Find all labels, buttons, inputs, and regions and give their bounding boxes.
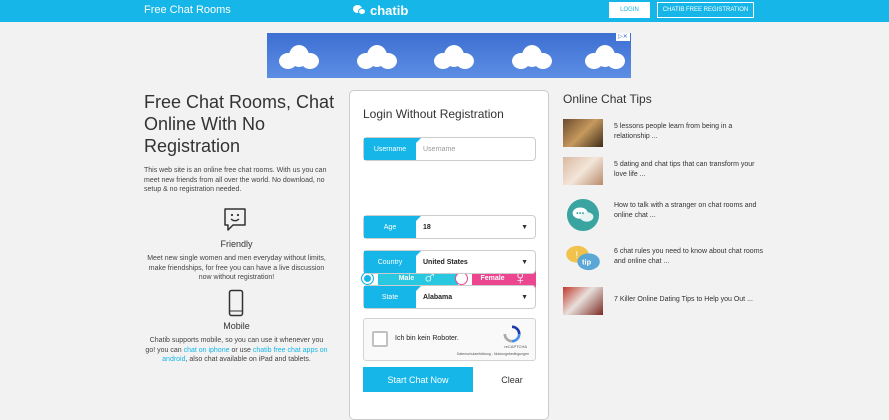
svg-text:tip: tip — [582, 258, 592, 267]
site-title-link[interactable]: Free Chat Rooms — [144, 4, 231, 16]
country-select[interactable]: Country United States ▼ — [363, 250, 536, 274]
tip-item[interactable]: 5 dating and chat tips that can transfor… — [563, 157, 773, 187]
tip-item[interactable]: 7 Killer Online Dating Tips to Help you … — [563, 287, 773, 317]
username-label: Username — [364, 138, 421, 160]
page-heading: Free Chat Rooms, Chat Online With No Reg… — [144, 92, 335, 156]
ad-choices-icon[interactable]: ▷✕ — [616, 33, 630, 41]
username-field[interactable]: Username Username — [363, 137, 536, 161]
tip-text[interactable]: How to talk with a stranger on chat room… — [614, 201, 769, 221]
tip-item[interactable]: 5 lessons people learn from being in a r… — [563, 119, 773, 149]
chevron-down-icon: ▼ — [521, 258, 528, 266]
couple-photo — [563, 119, 603, 147]
cloud-shape — [357, 43, 397, 71]
free-registration-button[interactable]: CHATIB FREE REGISTRATION — [657, 2, 754, 18]
chatib-logo[interactable]: chatib — [353, 3, 408, 18]
username-input[interactable]: Username — [423, 146, 455, 153]
chat-bubbles-icon — [353, 5, 367, 16]
chat-on-iphone-link[interactable]: chat on iphone — [184, 347, 230, 354]
tip-item[interactable]: How to talk with a stranger on chat room… — [563, 198, 773, 232]
age-select[interactable]: Age 18 ▼ — [363, 215, 536, 239]
login-button[interactable]: LOGIN — [609, 2, 650, 18]
recaptcha-brand: reCAPTCHA — [504, 344, 527, 349]
login-panel: Login Without Registration Username User… — [349, 90, 549, 420]
female-label: Female — [480, 274, 505, 282]
login-panel-title: Login Without Registration — [363, 107, 504, 121]
male-label: Male — [398, 274, 415, 282]
recaptcha-checkbox[interactable] — [372, 331, 388, 347]
tip-bubbles-icon: ! tip — [566, 245, 600, 271]
age-label: Age — [364, 216, 421, 238]
chevron-down-icon: ▼ — [521, 293, 528, 301]
smartphone-icon — [228, 289, 244, 317]
chevron-down-icon: ▼ — [521, 223, 528, 231]
tip-text[interactable]: 5 dating and chat tips that can transfor… — [614, 160, 769, 180]
cloud-shape — [434, 43, 474, 71]
start-chat-button[interactable]: Start Chat Now — [363, 367, 473, 392]
mobile-text-part: or use — [229, 346, 253, 354]
tip-text[interactable]: 5 lessons people learn from being in a r… — [614, 122, 769, 142]
feature-title-mobile: Mobile — [223, 321, 250, 331]
recaptcha-logo-icon — [503, 325, 521, 343]
recaptcha-label: Ich bin kein Roboter. — [395, 335, 459, 342]
feature-text-mobile: Chatib supports mobile, so you can use i… — [144, 336, 329, 365]
state-select[interactable]: State Alabama ▼ — [363, 285, 536, 309]
top-navigation-bar: Free Chat Rooms chatib LOGIN CHATIB FREE… — [0, 0, 889, 22]
logo-text: chatib — [370, 3, 409, 18]
svg-text:!: ! — [576, 250, 579, 260]
recaptcha-privacy-links[interactable]: Datenschutzerklärung - Nutzungsbedingung… — [457, 352, 529, 356]
mobile-text-part: , also chat available on iPad and tablet… — [185, 356, 311, 363]
state-value: Alabama — [423, 293, 453, 301]
cloud-shape — [585, 43, 625, 71]
country-label: Country — [364, 251, 421, 273]
tip-text[interactable]: 7 Killer Online Dating Tips to Help you … — [614, 295, 769, 305]
site-description: This web site is an online free chat roo… — [144, 167, 327, 193]
advertisement-banner[interactable]: ▷✕ — [267, 33, 631, 78]
tips-title: Online Chat Tips — [563, 92, 652, 106]
chat-circle-icon — [566, 198, 600, 232]
hands-photo — [563, 157, 603, 185]
age-value: 18 — [423, 223, 431, 231]
feature-title-friendly: Friendly — [220, 239, 253, 249]
tip-item[interactable]: ! tip 6 chat rules you need to know abou… — [563, 244, 773, 274]
feature-text-friendly: Meet new single women and men everyday w… — [147, 255, 326, 281]
tip-text[interactable]: 6 chat rules you need to know about chat… — [614, 247, 769, 267]
clear-button[interactable]: Clear — [490, 367, 534, 392]
chat-bubble-smiley-icon — [224, 208, 246, 231]
cloud-shape — [279, 43, 319, 71]
state-label: State — [364, 286, 421, 308]
country-value: United States — [423, 258, 468, 266]
recaptcha-widget: Ich bin kein Roboter. reCAPTCHA Datensch… — [363, 318, 536, 361]
cloud-shape — [512, 43, 552, 71]
dating-photo — [563, 287, 603, 315]
